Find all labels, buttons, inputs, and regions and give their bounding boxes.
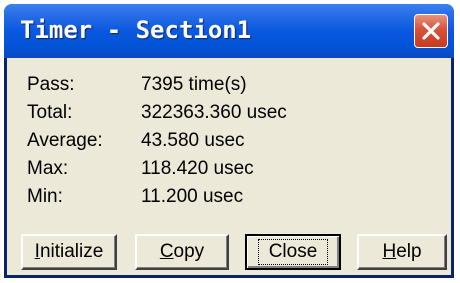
help-mnemonic: H xyxy=(382,241,397,262)
initialize-label-rest: nitialize xyxy=(39,241,104,262)
total-value: 322363.360 usec xyxy=(141,102,287,123)
average-label: Average: xyxy=(27,130,103,151)
window-title: Timer - Section1 xyxy=(20,16,252,44)
total-label: Total: xyxy=(27,102,73,123)
copy-label-rest: opy xyxy=(173,241,205,262)
initialize-button[interactable]: Initialize xyxy=(21,234,117,270)
min-value: 11.200 usec xyxy=(141,186,244,207)
max-label: Max: xyxy=(27,158,69,179)
timer-dialog: Timer - Section1 Pass: 7395 time(s) Tota… xyxy=(4,4,454,278)
min-label: Min: xyxy=(27,186,63,207)
close-button[interactable]: Close xyxy=(245,234,341,270)
help-button[interactable]: Help xyxy=(357,234,447,270)
copy-mnemonic: C xyxy=(159,241,174,262)
pass-value: 7395 time(s) xyxy=(141,74,247,95)
average-value: 43.580 usec xyxy=(141,130,245,151)
copy-button[interactable]: Copy xyxy=(135,234,229,270)
pass-label: Pass: xyxy=(27,74,75,95)
window-close-button[interactable] xyxy=(414,14,448,48)
close-icon xyxy=(422,22,440,40)
help-label-rest: elp xyxy=(396,241,422,262)
close-label: Close xyxy=(257,239,329,265)
max-value: 118.420 usec xyxy=(141,158,254,179)
title-bar[interactable]: Timer - Section1 xyxy=(4,4,454,58)
